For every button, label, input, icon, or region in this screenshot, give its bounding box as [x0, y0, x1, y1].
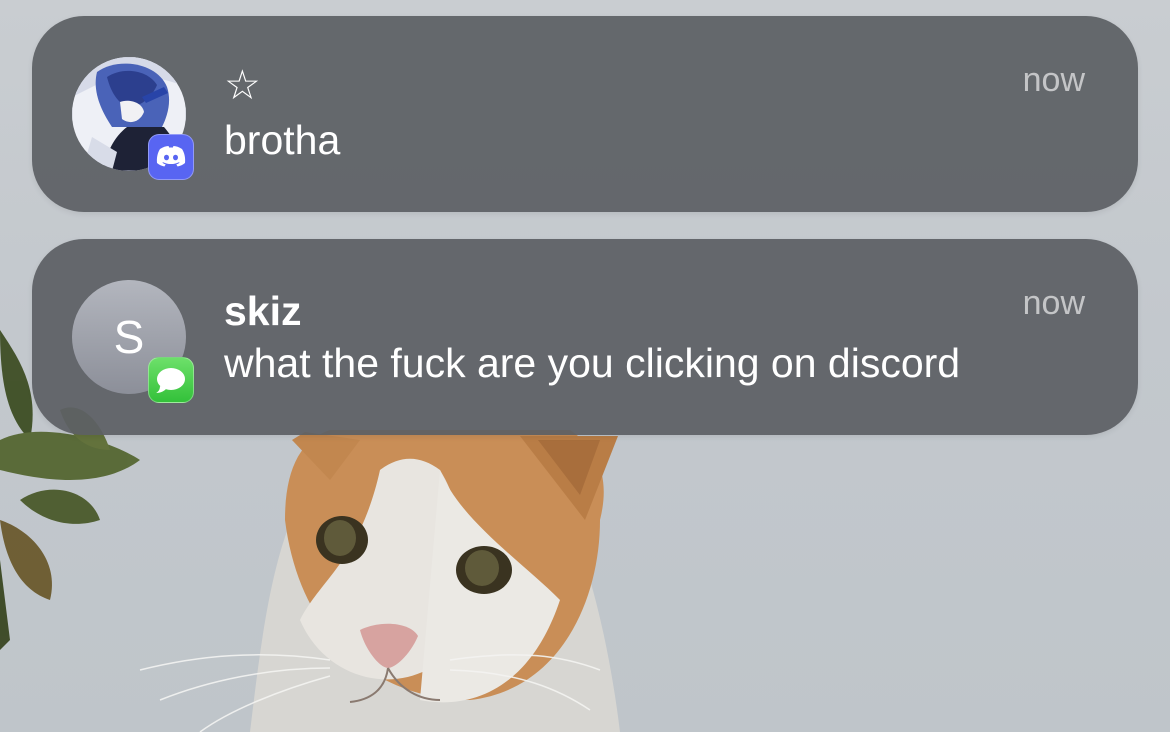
notification-messages[interactable]: S skiz what the fuck are you clicking on… [32, 239, 1138, 435]
notification-time: now [1022, 284, 1085, 322]
notification-title: ☆ [224, 62, 261, 108]
notification-discord[interactable]: ☆ brotha now [32, 16, 1138, 212]
notification-avatar-group [72, 57, 198, 183]
cat [139, 430, 620, 732]
notification-message: brotha [224, 117, 341, 163]
notification-time: now [1022, 61, 1085, 99]
notification-title: skiz [224, 288, 302, 334]
discord-icon [148, 134, 194, 180]
messages-icon [148, 357, 194, 403]
notification-message: what the fuck are you clicking on discor… [224, 340, 961, 386]
notification-avatar-group: S [72, 280, 198, 406]
